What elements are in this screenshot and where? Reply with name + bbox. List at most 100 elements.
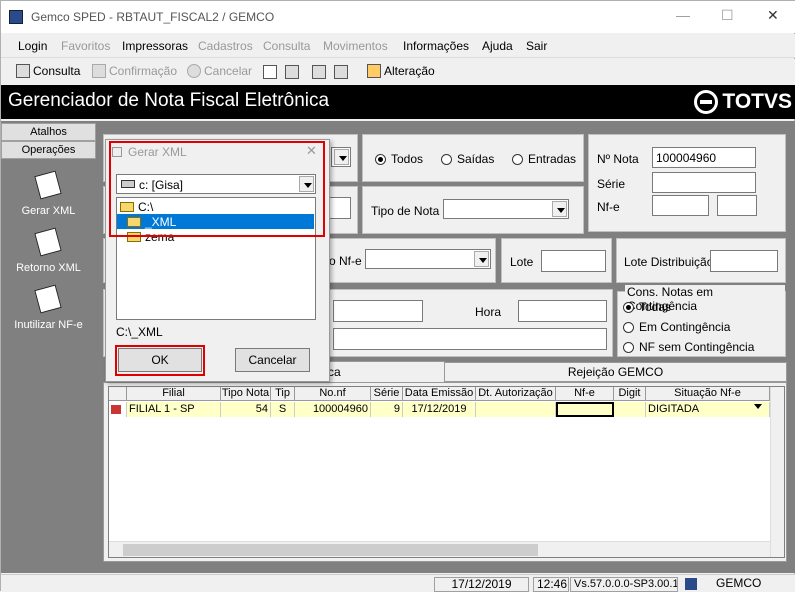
- scroll-thumb[interactable]: [123, 544, 538, 556]
- menu-cadastros[interactable]: Cadastros: [198, 39, 253, 53]
- copy-icon[interactable]: [285, 65, 299, 79]
- filter-input-2[interactable]: [329, 197, 351, 219]
- menu-bar: Login Favoritos Impressoras Cadastros Co…: [1, 34, 795, 58]
- col-situacao[interactable]: Situação Nf-e: [646, 387, 770, 401]
- col-tip[interactable]: Tip: [271, 387, 295, 401]
- radio-cont-sem[interactable]: NF sem Contingência: [623, 340, 754, 354]
- cancelar-button[interactable]: Cancelar: [187, 64, 252, 78]
- cell-serie[interactable]: 9: [371, 402, 403, 417]
- menu-informacoes[interactable]: Informações: [403, 39, 469, 53]
- grid-vertical-scrollbar[interactable]: [770, 387, 784, 557]
- sidebar-item-inutilizar[interactable]: Inutilizar NF-e: [1, 283, 96, 331]
- menu-impressoras[interactable]: Impressoras: [122, 39, 188, 53]
- col-filial[interactable]: Filial: [127, 387, 221, 401]
- cell-nfe[interactable]: [556, 402, 614, 417]
- main-window: Gemco SPED - RBTAUT_FISCAL2 / GEMCO — ☐ …: [0, 0, 795, 592]
- radio-cont-todas-label: Todas: [639, 300, 672, 314]
- lote-distribuicao-group: Lote Distribuição: [616, 238, 786, 283]
- menu-favoritos[interactable]: Favoritos: [61, 39, 110, 53]
- cell-digit[interactable]: [614, 402, 646, 417]
- sidebar-item-label: Gerar XML: [21, 205, 76, 217]
- nota-input[interactable]: 100004960: [652, 147, 756, 168]
- alteracao-button[interactable]: Alteração: [367, 64, 435, 78]
- cell-nonf[interactable]: 100004960: [295, 402, 371, 417]
- radio-icon: [623, 341, 634, 353]
- movement-type-group: Todos Saídas Entradas: [362, 134, 584, 182]
- totvs-logo-icon: [694, 90, 719, 114]
- radio-entradas[interactable]: Entradas: [512, 152, 576, 166]
- menu-login[interactable]: Login: [18, 39, 47, 53]
- chevron-down-icon: [334, 149, 349, 165]
- save-icon: [92, 64, 106, 78]
- tipo-nota-group: Tipo de Nota: [362, 186, 584, 234]
- tab-atalhos[interactable]: Atalhos: [1, 123, 96, 141]
- nfe-input-1[interactable]: [652, 195, 709, 216]
- maximize-button[interactable]: ☐: [721, 7, 734, 24]
- lote-distribuicao-label: Lote Distribuição: [624, 255, 714, 269]
- col-digit[interactable]: Digit: [614, 387, 646, 401]
- cell-emissao[interactable]: 17/12/2019: [403, 402, 476, 417]
- radio-cont-todas[interactable]: Todas: [623, 300, 671, 314]
- cell-situacao[interactable]: DIGITADA: [646, 402, 770, 417]
- new-document-icon[interactable]: [263, 65, 277, 79]
- col-nonf[interactable]: No.nf: [295, 387, 371, 401]
- menu-ajuda[interactable]: Ajuda: [482, 39, 513, 53]
- filter-select-1[interactable]: [331, 147, 351, 167]
- hora-input[interactable]: [518, 300, 607, 322]
- selected-path: C:\_XML: [116, 325, 163, 339]
- radio-icon: [623, 301, 634, 313]
- serie-input[interactable]: [652, 172, 756, 193]
- sidebar-item-gerar-xml[interactable]: Gerar XML: [1, 169, 96, 217]
- lote-distribuicao-input[interactable]: [710, 250, 778, 272]
- totvs-logo: TOTVS: [694, 90, 792, 114]
- confirmacao-button[interactable]: Confirmação: [92, 64, 177, 78]
- preview-icon[interactable]: [334, 65, 348, 79]
- app-icon: [9, 10, 23, 24]
- radio-cont-em[interactable]: Em Contingência: [623, 320, 730, 334]
- row-edit-icon[interactable]: [109, 402, 127, 417]
- tipo-nota-select[interactable]: [443, 199, 569, 219]
- tab-operacoes[interactable]: Operações: [1, 141, 96, 159]
- cell-autorizacao[interactable]: [476, 402, 556, 417]
- date-input[interactable]: [333, 300, 423, 322]
- radio-todos[interactable]: Todos: [375, 152, 423, 166]
- inutilizar-icon: [33, 283, 65, 315]
- nfe-status-select[interactable]: [365, 249, 491, 269]
- cell-tip[interactable]: S: [271, 402, 295, 417]
- highlight-ok-box: [115, 345, 205, 376]
- menu-movimentos[interactable]: Movimentos: [323, 39, 388, 53]
- menu-sair[interactable]: Sair: [526, 39, 547, 53]
- sidebar-item-retorno-xml[interactable]: Retorno XML: [1, 226, 96, 274]
- cell-filial[interactable]: FILIAL 1 - SP: [127, 402, 221, 417]
- radio-saidas[interactable]: Saídas: [441, 152, 494, 166]
- col-emissao[interactable]: Data Emissão: [403, 387, 476, 401]
- nfe-input-2[interactable]: [717, 195, 757, 216]
- tab-rejeicao[interactable]: Rejeição GEMCO: [444, 362, 787, 382]
- nota-label: Nº Nota: [597, 152, 639, 166]
- consulta-button[interactable]: Consulta: [16, 64, 80, 78]
- consulta-label: Consulta: [33, 64, 81, 78]
- description-input[interactable]: [333, 328, 607, 350]
- print-icon[interactable]: [312, 65, 326, 79]
- menu-consulta[interactable]: Consulta: [263, 39, 310, 53]
- col-serie[interactable]: Série: [371, 387, 403, 401]
- col-autorizacao[interactable]: Dt. Autorização: [476, 387, 556, 401]
- col-nfe[interactable]: Nf-e: [556, 387, 614, 401]
- cancelar-label: Cancelar: [204, 64, 253, 78]
- nota-group: Nº Nota 100004960 Série Nf-e: [588, 134, 786, 232]
- tab-rejeicao-label: Rejeição GEMCO: [567, 365, 664, 379]
- radio-todos-label: Todos: [391, 152, 424, 166]
- close-button[interactable]: ✕: [767, 7, 779, 24]
- status-bar: 17/12/2019 12:46 Vs.57.0.0.0-SP3.00.1 GE…: [1, 574, 795, 592]
- grid-horizontal-scrollbar[interactable]: [109, 541, 770, 557]
- col-tipo-nota[interactable]: Tipo Nota: [221, 387, 271, 401]
- cancel-button[interactable]: Cancelar: [235, 348, 310, 372]
- minimize-button[interactable]: —: [676, 7, 690, 23]
- radio-saidas-label: Saídas: [457, 152, 495, 166]
- gerar-xml-icon: [33, 169, 65, 201]
- chevron-down-icon: [552, 201, 567, 217]
- situacao-dropdown-icon[interactable]: [754, 404, 762, 409]
- lote-input[interactable]: [541, 250, 606, 272]
- status-date: 17/12/2019: [434, 577, 529, 592]
- cell-tipo-nota[interactable]: 54: [221, 402, 271, 417]
